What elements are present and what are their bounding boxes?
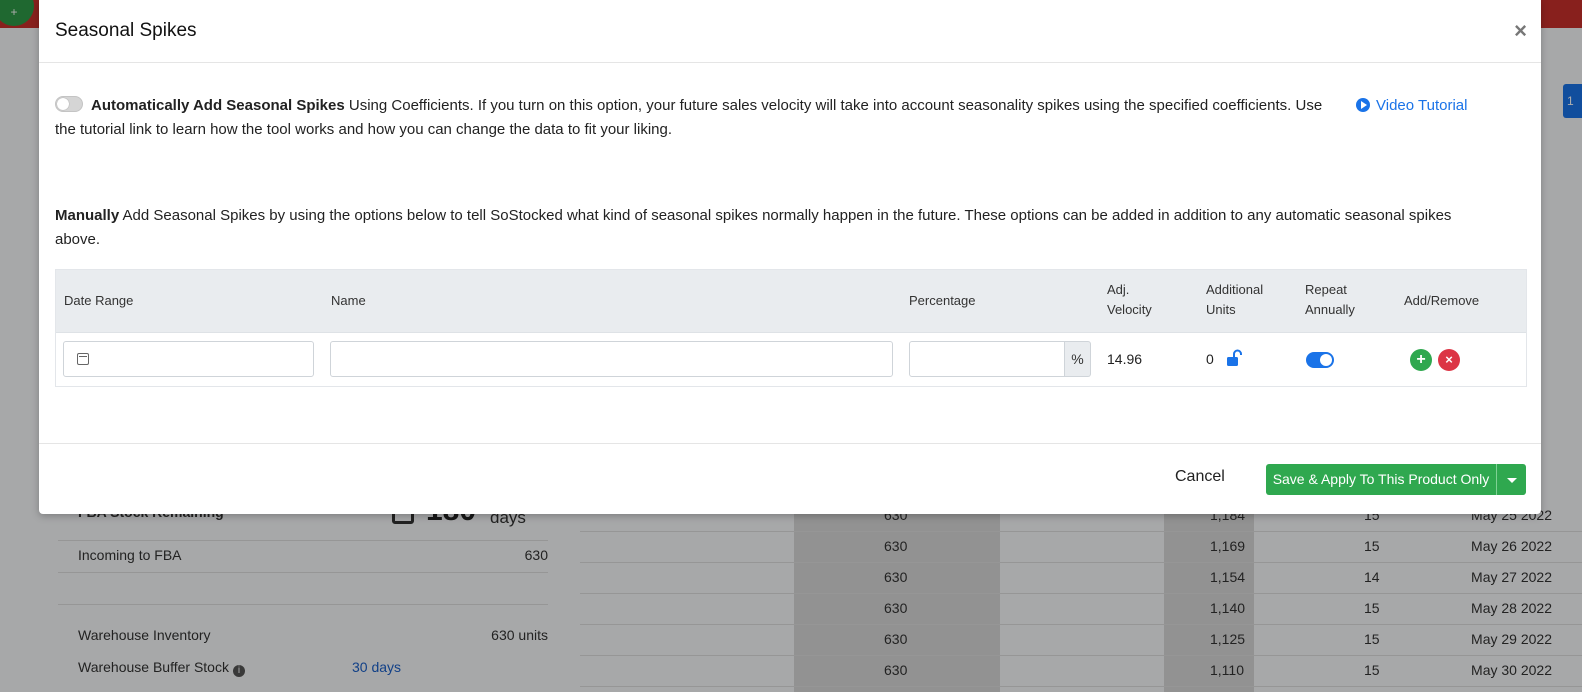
header-name: Name: [331, 293, 366, 308]
save-options-dropdown-button[interactable]: [1496, 464, 1526, 495]
auto-spikes-toggle[interactable]: [55, 96, 83, 112]
header-adj-velocity-line2: Velocity: [1107, 302, 1152, 317]
add-row-button[interactable]: +: [1410, 349, 1432, 371]
auto-seasonal-spikes-option: Automatically Add Seasonal Spikes Using …: [55, 94, 1325, 142]
unlock-icon[interactable]: [1226, 349, 1242, 367]
seasonal-spikes-modal: Seasonal Spikes × Automatically Add Seas…: [39, 0, 1541, 514]
table-row: % 14.96 0 + ×: [56, 333, 1526, 386]
modal-header: Seasonal Spikes ×: [39, 0, 1541, 63]
percent-addon: %: [1065, 341, 1091, 377]
header-repeat-annually: Repeat Annually: [1305, 280, 1355, 320]
modal-footer: Cancel Save & Apply To This Product Only: [39, 443, 1541, 515]
modal-title: Seasonal Spikes: [55, 20, 197, 41]
header-date-range: Date Range: [64, 293, 134, 308]
close-icon[interactable]: ×: [1514, 18, 1527, 44]
manual-title: Manually: [55, 207, 120, 224]
header-adj-velocity-line1: Adj.: [1107, 282, 1130, 297]
cancel-button[interactable]: Cancel: [1175, 468, 1225, 486]
save-apply-button[interactable]: Save & Apply To This Product Only: [1266, 464, 1496, 495]
header-adj-velocity: Adj. Velocity: [1107, 280, 1152, 320]
video-tutorial-label: Video Tutorial: [1376, 97, 1468, 114]
header-add-remove: Add/Remove: [1404, 293, 1480, 308]
adj-velocity-value: 14.96: [1107, 351, 1143, 367]
remove-row-button[interactable]: ×: [1438, 349, 1460, 371]
additional-units-value: 0: [1206, 351, 1214, 367]
name-input[interactable]: [330, 341, 893, 377]
header-additional-units-line2: Units: [1206, 302, 1236, 317]
percentage-input[interactable]: [909, 341, 1065, 377]
auto-spikes-title: Automatically Add Seasonal Spikes: [91, 97, 345, 114]
seasonal-spikes-table: Date Range Name Percentage Adj. Velocity…: [55, 269, 1527, 387]
repeat-annually-toggle[interactable]: [1306, 352, 1334, 368]
header-percentage: Percentage: [909, 293, 976, 308]
header-repeat-annually-line1: Repeat: [1305, 282, 1347, 297]
calendar-icon[interactable]: [77, 353, 89, 365]
manual-spikes-description: Manually Add Seasonal Spikes by using th…: [55, 204, 1495, 252]
header-additional-units-line1: Additional: [1206, 282, 1264, 297]
video-tutorial-link[interactable]: Video Tutorial: [1356, 94, 1467, 118]
manual-description: Add Seasonal Spikes by using the options…: [55, 207, 1452, 248]
play-circle-icon: [1356, 98, 1370, 112]
date-range-input[interactable]: [63, 341, 314, 377]
header-additional-units: Additional Units: [1206, 280, 1263, 320]
header-repeat-annually-line2: Annually: [1305, 302, 1355, 317]
table-header: Date Range Name Percentage Adj. Velocity…: [56, 270, 1526, 333]
